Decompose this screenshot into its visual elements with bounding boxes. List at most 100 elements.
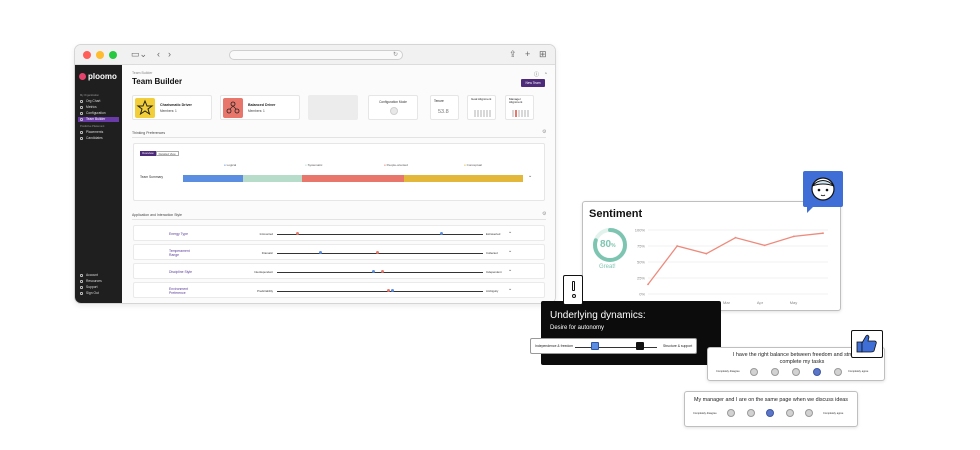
y-tick-label: 25% (637, 276, 645, 281)
scale-right-label: Completely agree (848, 370, 869, 373)
likert-option[interactable] (746, 409, 755, 417)
style-row[interactable]: Energy Type Introverted Extraverted ⌄ (133, 225, 545, 241)
scale-left-label: Dramatic (261, 251, 273, 255)
goal-alignment-card: Goal Alignment (467, 95, 496, 120)
minimize-window-button[interactable] (96, 51, 104, 59)
slider-handle-blue[interactable] (591, 342, 599, 350)
configuration-mode-indicator[interactable] (390, 107, 398, 115)
sidebar-item-placements[interactable]: Placements (78, 130, 119, 135)
scale-marker (380, 270, 384, 274)
tabs-icon[interactable]: ⊞ (539, 49, 547, 60)
slider-left-label: Independence & freedom (535, 344, 574, 348)
star-icon (136, 99, 154, 116)
close-window-button[interactable] (83, 51, 91, 59)
legend-item: ● Systematic (305, 163, 322, 167)
scale-marker (318, 251, 322, 255)
sidebar-item-candidates[interactable]: Candidates (78, 136, 119, 141)
style-row-label: Discipline Style (169, 270, 192, 274)
legend-item: ● People-oriented (384, 163, 408, 167)
scale-right-label: Collected (486, 251, 498, 255)
likert-option[interactable] (771, 368, 779, 376)
divider (132, 137, 546, 138)
scale-left-label: Completely disagree (693, 412, 717, 415)
address-bar[interactable]: ↻ (229, 50, 403, 60)
likert-option[interactable] (813, 368, 821, 376)
sidebar-item-resources[interactable]: Resources (78, 279, 119, 284)
likert-option[interactable] (750, 368, 758, 376)
style-row[interactable]: Discipline Style Interdependent Independen… (133, 263, 545, 279)
tenure-label: Tenure (434, 99, 444, 103)
x-tick-label: Apr (757, 300, 764, 305)
style-row-label: Environment Preference (169, 287, 189, 295)
legend-label: People-oriented (386, 163, 408, 167)
slider-handle-black[interactable] (636, 342, 644, 350)
gear-icon[interactable]: ⚙ (542, 129, 546, 135)
style-row[interactable]: Environment Preference Predictability Ambi… (133, 282, 545, 298)
style-row[interactable]: Temperament Range Dramatic Collected ⌄ (133, 244, 545, 260)
configuration-mode-title: Configuration Mode (379, 100, 407, 104)
org-chart-icon (80, 100, 83, 103)
slider-track (575, 346, 657, 348)
sidebar-item-metrics[interactable]: Metrics (78, 105, 119, 110)
sidebar-item-account[interactable]: Account (78, 273, 119, 278)
chevron-down-icon[interactable]: ⌄ (508, 248, 512, 254)
likert-option[interactable] (834, 368, 842, 376)
survey-question: My manager and I are on the same page wh… (693, 397, 849, 403)
likert-option[interactable] (766, 409, 774, 417)
sidebar-item-label: Configuration (86, 111, 106, 115)
info-icon[interactable]: ⓘ (534, 71, 539, 78)
reload-icon[interactable]: ↻ (393, 51, 398, 60)
driver-card[interactable]: Balanced Driver Members: 1 (220, 95, 300, 120)
chevron-down-icon[interactable]: ⌄ (508, 267, 512, 273)
metrics-icon (80, 106, 83, 109)
share-icon[interactable]: ⇪ (509, 49, 517, 60)
chevron-left-icon[interactable]: ‹ (157, 49, 160, 60)
goal-alignment-label: Goal Alignment (471, 97, 492, 101)
scale-left-label: Introverted (259, 232, 273, 236)
tab-overview[interactable]: Overview (140, 151, 156, 156)
chevron-right-icon[interactable]: › (168, 49, 171, 60)
sidebar-item-label: Account (86, 273, 98, 277)
scale-track (277, 290, 483, 292)
sidebar-item-org-chart[interactable]: Org Chart (78, 99, 119, 104)
sidebar-icon[interactable]: ▭⌄ (131, 49, 147, 60)
likert-option[interactable] (727, 409, 735, 417)
app-logo[interactable]: ploomo (79, 72, 117, 81)
chevron-down-icon[interactable]: ⌄ (528, 173, 532, 179)
sidebar-item-label: Team Builder (86, 117, 106, 121)
logo-text: ploomo (88, 72, 117, 81)
sentiment-point (822, 232, 824, 235)
sidebar-item-sign-out[interactable]: Sign Out (78, 291, 119, 296)
maximize-window-button[interactable] (109, 51, 117, 59)
sentiment-title: Sentiment (589, 208, 643, 220)
page-title: Team Builder (132, 77, 183, 86)
manager-alignment-label: Manager Alignment (509, 97, 523, 105)
sidebar-item-label: Sign Out (86, 291, 99, 295)
notification-icon[interactable]: ◔ (544, 71, 547, 77)
sentiment-point (792, 235, 795, 238)
likert-option[interactable] (785, 409, 794, 417)
gear-icon[interactable]: ⚙ (542, 211, 546, 217)
likert-option[interactable] (805, 409, 813, 417)
team-icon (80, 118, 83, 121)
chevron-down-icon[interactable]: ⌄ (508, 229, 512, 235)
legend-item: ● Logical (224, 163, 236, 167)
driver-card[interactable]: Charismatic Driver Members: 1 (132, 95, 212, 120)
legend-label: Systematic (307, 163, 323, 167)
view-tabs: Overview Detailed View (140, 151, 179, 156)
sidebar-item-support[interactable]: Support (78, 285, 119, 290)
sidebar-item-configuration[interactable]: Configuration (78, 111, 119, 116)
plus-icon[interactable]: + (525, 49, 530, 60)
score-value: 80 (600, 239, 612, 250)
summary-segment (242, 175, 303, 182)
empty-driver-slot[interactable] (308, 95, 358, 120)
underlying-dynamics-card: Underlying dynamics: Desire for autonomy (541, 301, 721, 365)
tab-detailed-view[interactable]: Detailed View (155, 151, 179, 156)
chevron-down-icon[interactable]: ⌄ (508, 286, 512, 292)
likert-option[interactable] (792, 368, 800, 376)
new-team-button[interactable]: New Team (521, 79, 545, 87)
scale-track (277, 233, 483, 235)
divider (132, 219, 546, 220)
sidebar-item-team-builder[interactable]: Team Builder (78, 117, 119, 122)
score-unit: % (611, 243, 616, 249)
